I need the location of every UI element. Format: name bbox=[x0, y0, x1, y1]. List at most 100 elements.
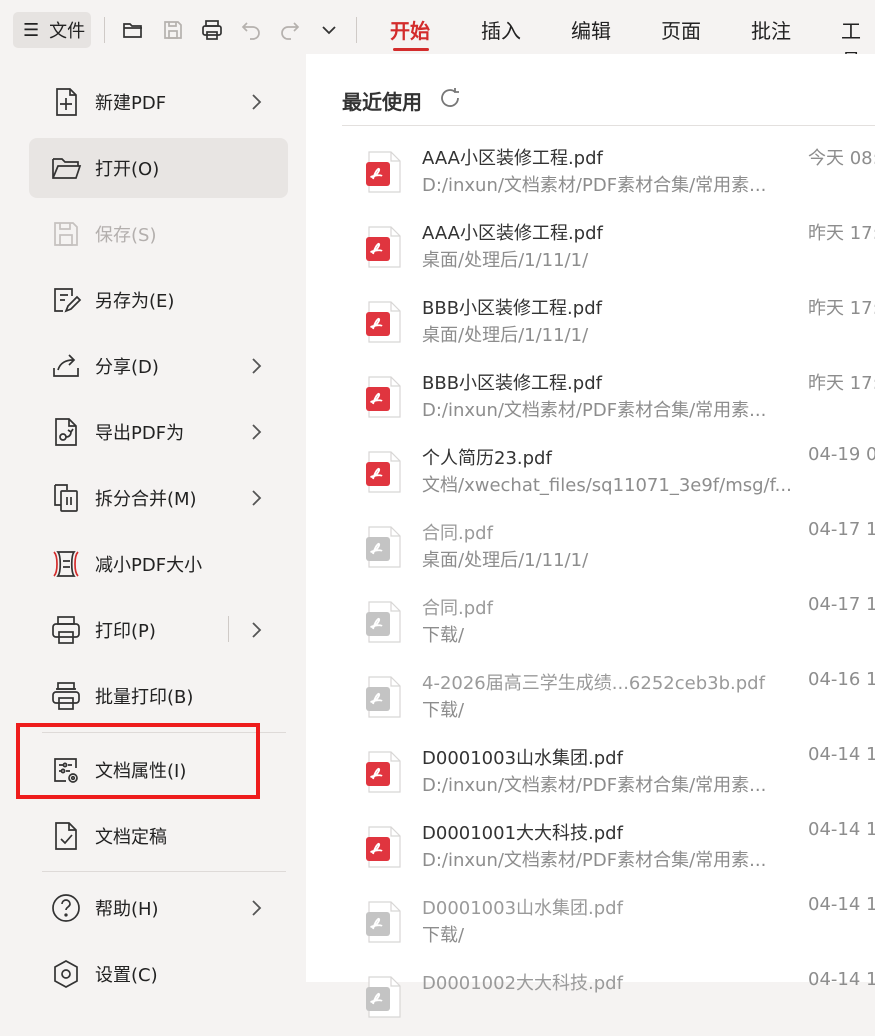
file-name: 个人简历23.pdf bbox=[422, 448, 552, 469]
menu-item-label: 保存(S) bbox=[95, 225, 157, 246]
menu-item-label: 文档定稿 bbox=[95, 827, 167, 848]
chevron-right-icon bbox=[252, 490, 262, 506]
recent-file-row[interactable]: D0001003山水集团.pdf 下载/04-14 1 bbox=[342, 886, 875, 961]
menu-item-settings[interactable]: 设置(C) bbox=[29, 944, 288, 1004]
menu-item-compress-pdf[interactable]: 减小PDF大小 bbox=[29, 534, 288, 594]
chevron-right-icon bbox=[252, 358, 262, 374]
save-icon[interactable] bbox=[159, 16, 187, 44]
file-time: 04-17 1 bbox=[808, 594, 875, 615]
file-time: 04-17 1 bbox=[808, 519, 875, 540]
recent-file-row[interactable]: AAA小区装修工程.pdf D:/inxun/文档素材/PDF素材合集/常用素..… bbox=[342, 136, 875, 211]
file-path: D:/inxun/文档素材/PDF素材合集/常用素... bbox=[422, 400, 767, 421]
file-time: 04-16 1 bbox=[808, 669, 875, 690]
menu-item-finalize-document[interactable]: 文档定稿 bbox=[29, 806, 288, 866]
menu-item-label: 分享(D) bbox=[95, 357, 159, 378]
refresh-icon[interactable] bbox=[438, 86, 462, 110]
pdf-file-icon bbox=[366, 226, 401, 268]
menu-item-help[interactable]: 帮助(H) bbox=[29, 878, 288, 938]
save-as-icon bbox=[49, 283, 83, 317]
active-tab-indicator bbox=[393, 48, 429, 51]
menu-item-label: 新建PDF bbox=[95, 93, 167, 114]
recent-file-row[interactable]: D0001002大大科技.pdf 04-14 1 bbox=[342, 961, 875, 1036]
recent-file-row[interactable]: 个人简历23.pdf 文档/xwechat_files/sq11071_3e9f/… bbox=[342, 436, 875, 511]
file-time: 04-14 1 bbox=[808, 969, 875, 990]
print-split-divider bbox=[228, 616, 229, 642]
menu-item-label: 导出PDF为 bbox=[95, 423, 185, 444]
tab-insert[interactable]: 插入 bbox=[481, 16, 521, 46]
pdf-file-icon bbox=[366, 601, 401, 643]
new-pdf-icon bbox=[49, 85, 83, 119]
file-path: D:/inxun/文档素材/PDF素材合集/常用素... bbox=[422, 850, 767, 871]
recent-divider bbox=[342, 125, 875, 126]
menu-item-share[interactable]: 分享(D) bbox=[29, 336, 288, 396]
file-path: 下载/ bbox=[422, 625, 465, 646]
menu-item-print[interactable]: 打印(P) bbox=[29, 600, 288, 660]
chevron-right-icon[interactable] bbox=[244, 618, 268, 642]
recent-file-row[interactable]: BBB小区装修工程.pdf 桌面/处理后/1/11/1/昨天 17: bbox=[342, 286, 875, 361]
menu-item-new-pdf[interactable]: 新建PDF bbox=[29, 72, 288, 132]
highlight-annotation-box bbox=[16, 723, 260, 799]
save-icon bbox=[49, 217, 83, 251]
tab-page[interactable]: 页面 bbox=[661, 16, 701, 46]
share-icon bbox=[49, 349, 83, 383]
menu-item-export-pdf[interactable]: 导出PDF为 bbox=[29, 402, 288, 462]
pdf-file-icon bbox=[366, 451, 401, 493]
pdf-file-icon bbox=[366, 301, 401, 343]
batch-print-icon bbox=[49, 679, 83, 713]
tab-start[interactable]: 开始 bbox=[390, 16, 430, 46]
menu-item-save[interactable]: 保存(S) bbox=[29, 204, 288, 264]
menu-item-label: 另存为(E) bbox=[95, 291, 175, 312]
file-menu-button[interactable]: ☰ 文件 bbox=[13, 12, 91, 48]
chevron-right-icon bbox=[252, 900, 262, 916]
menu-item-batch-print[interactable]: 批量打印(B) bbox=[29, 666, 288, 726]
file-name: D0001003山水集团.pdf bbox=[422, 898, 623, 919]
pdf-file-icon bbox=[366, 676, 401, 718]
file-name: 4-2026届高三学生成绩...6252ceb3b.pdf bbox=[422, 673, 765, 694]
recent-file-row[interactable]: BBB小区装修工程.pdf D:/inxun/文档素材/PDF素材合集/常用素..… bbox=[342, 361, 875, 436]
toolbar-divider bbox=[104, 17, 105, 43]
compress-icon bbox=[49, 547, 83, 581]
menu-item-label: 帮助(H) bbox=[95, 899, 159, 920]
chevron-right-icon bbox=[252, 94, 262, 110]
undo-icon[interactable] bbox=[237, 16, 265, 44]
menu-item-label: 拆分合并(M) bbox=[95, 489, 197, 510]
file-time: 今天 08: bbox=[808, 148, 875, 169]
file-time: 04-14 1 bbox=[808, 819, 875, 840]
file-name: AAA小区装修工程.pdf bbox=[422, 223, 603, 244]
folder-open-icon[interactable] bbox=[119, 16, 147, 44]
menu-item-label: 减小PDF大小 bbox=[95, 555, 203, 576]
menu-item-save-as[interactable]: 另存为(E) bbox=[29, 270, 288, 330]
recent-file-row[interactable]: AAA小区装修工程.pdf 桌面/处理后/1/11/1/昨天 17: bbox=[342, 211, 875, 286]
chevron-down-icon[interactable] bbox=[315, 16, 343, 44]
tab-edit[interactable]: 编辑 bbox=[571, 16, 611, 46]
file-name: 合同.pdf bbox=[422, 598, 493, 619]
menu-divider bbox=[42, 871, 286, 872]
file-name: D0001001大大科技.pdf bbox=[422, 823, 623, 844]
split-merge-icon bbox=[49, 481, 83, 515]
tab-tools[interactable]: 工具 bbox=[841, 16, 875, 73]
recent-file-row[interactable]: 4-2026届高三学生成绩...6252ceb3b.pdf 下载/04-16 1 bbox=[342, 661, 875, 736]
print-icon bbox=[49, 613, 83, 647]
recent-file-row[interactable]: D0001003山水集团.pdf D:/inxun/文档素材/PDF素材合集/常用… bbox=[342, 736, 875, 811]
redo-icon[interactable] bbox=[276, 16, 304, 44]
tab-comment[interactable]: 批注 bbox=[751, 16, 791, 46]
file-name: BBB小区装修工程.pdf bbox=[422, 298, 602, 319]
menu-item-split-merge[interactable]: 拆分合并(M) bbox=[29, 468, 288, 528]
file-path: 桌面/处理后/1/11/1/ bbox=[422, 325, 589, 346]
print-icon[interactable] bbox=[198, 16, 226, 44]
pdf-file-icon bbox=[366, 151, 401, 193]
file-name: D0001002大大科技.pdf bbox=[422, 973, 623, 994]
file-time: 昨天 17: bbox=[808, 298, 875, 319]
file-time: 04-14 1 bbox=[808, 744, 875, 765]
finalize-document-icon bbox=[49, 819, 83, 853]
menu-item-label: 打印(P) bbox=[95, 621, 156, 642]
file-name: BBB小区装修工程.pdf bbox=[422, 373, 602, 394]
recent-file-row[interactable]: 合同.pdf 下载/04-17 1 bbox=[342, 586, 875, 661]
menu-item-open[interactable]: 打开(O) bbox=[29, 138, 288, 198]
recent-file-row[interactable]: D0001001大大科技.pdf D:/inxun/文档素材/PDF素材合集/常用… bbox=[342, 811, 875, 886]
file-path: 下载/ bbox=[422, 925, 465, 946]
pdf-file-icon bbox=[366, 526, 401, 568]
recent-file-row[interactable]: 合同.pdf 桌面/处理后/1/11/1/04-17 1 bbox=[342, 511, 875, 586]
settings-icon bbox=[49, 957, 83, 991]
file-menu-panel: 新建PDF 打开(O) 保存(S) 另存为(E) 分享(D) 导出PDF为 拆分… bbox=[12, 54, 306, 994]
